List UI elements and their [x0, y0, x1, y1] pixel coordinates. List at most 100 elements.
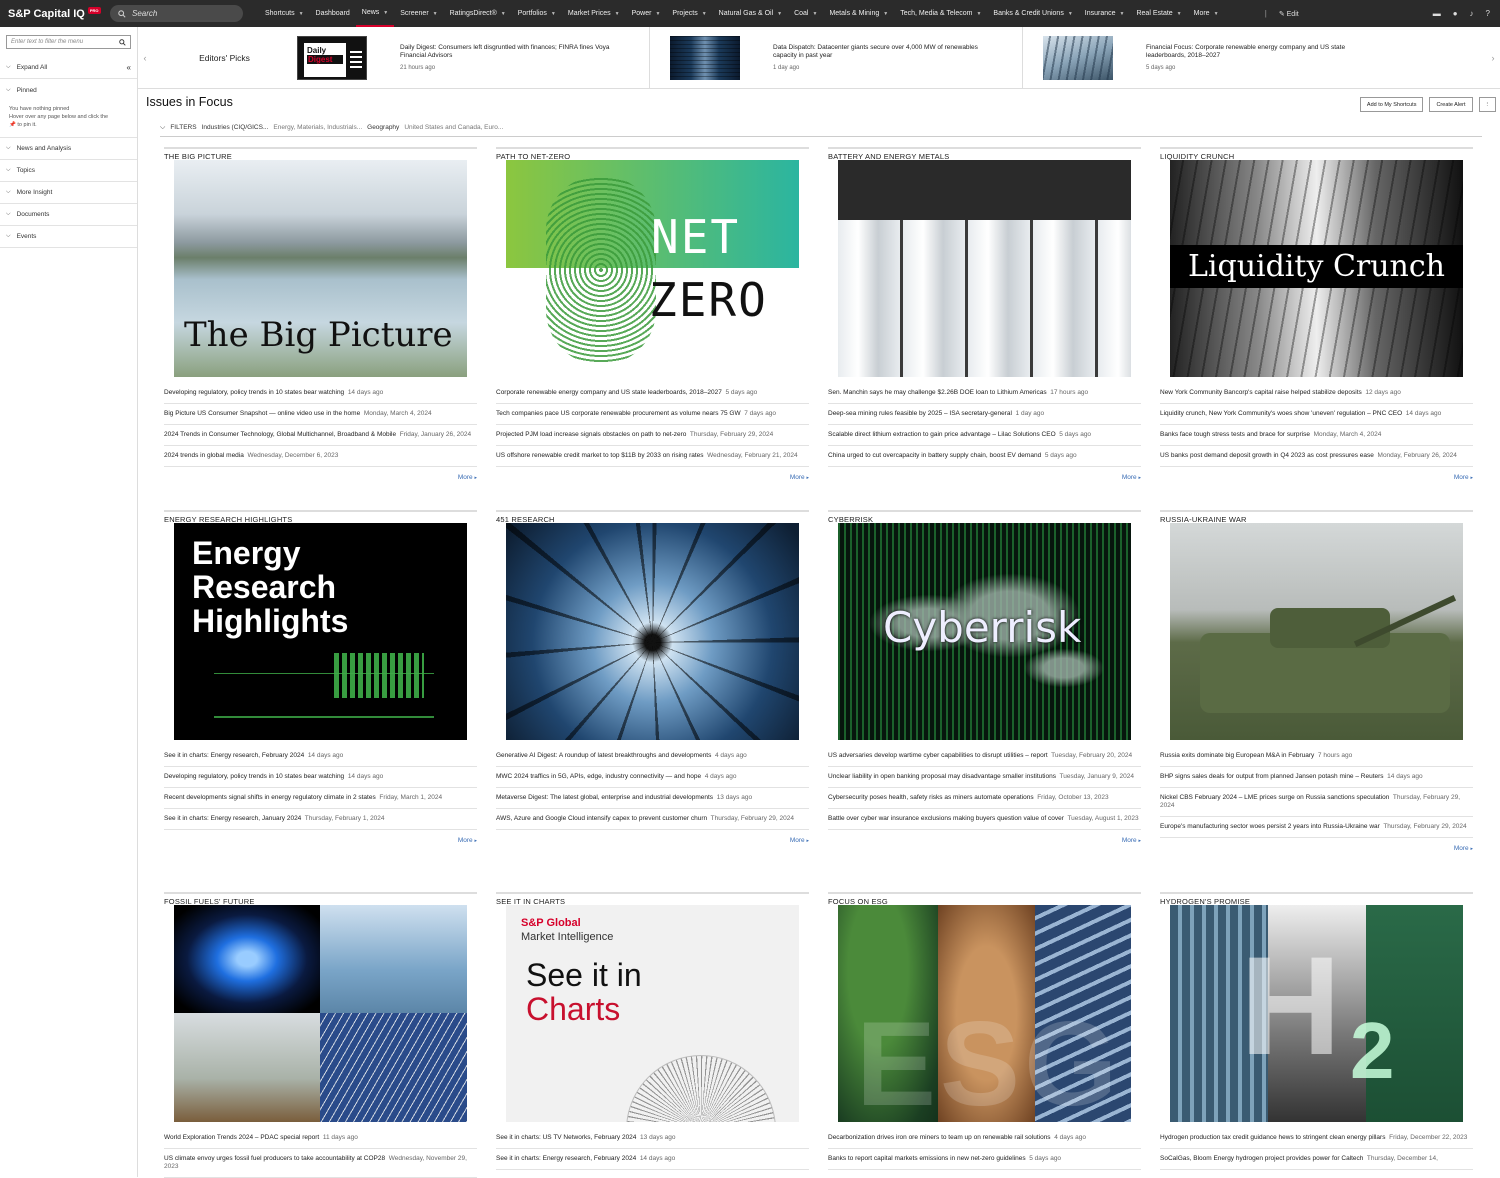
expand-all-button[interactable]: ⌵ Expand All « [0, 57, 137, 79]
nav-item[interactable]: Insurance ▼ [1079, 0, 1131, 27]
card-title[interactable]: ENERGY RESEARCH HIGHLIGHTS [164, 510, 477, 524]
article-link[interactable]: Developing regulatory, policy trends in … [164, 767, 477, 788]
more-options-icon[interactable]: ⋮ [1478, 97, 1496, 112]
article-link[interactable]: Nickel CBS February 2024 – LME prices su… [1160, 788, 1473, 817]
sidebar-item[interactable]: ⌵ News and Analysis [0, 138, 137, 160]
more-link[interactable]: More ▸ [164, 837, 477, 844]
nav-item[interactable]: Shortcuts ▼ [259, 0, 310, 27]
sidebar-item[interactable]: ⌵ Topics [0, 160, 137, 182]
nav-item[interactable]: More ▼ [1188, 0, 1225, 27]
sidebar-item[interactable]: ⌵ More Insight [0, 182, 137, 204]
article-link[interactable]: SoCalGas, Bloom Energy hydrogen project … [1160, 1149, 1473, 1170]
user-icon[interactable]: ● [1453, 9, 1458, 18]
nav-item[interactable]: Coal ▼ [788, 0, 823, 27]
article-link[interactable]: Generative AI Digest: A roundup of lates… [496, 746, 809, 767]
card-image[interactable]: The Big Picture [174, 160, 467, 377]
nav-item[interactable]: Tech, Media & Telecom ▼ [894, 0, 987, 27]
card-title[interactable]: 451 RESEARCH [496, 510, 809, 524]
nav-item[interactable]: Real Estate ▼ [1130, 0, 1187, 27]
more-link[interactable]: More ▸ [1160, 474, 1473, 481]
article-link[interactable]: Battle over cyber war insurance exclusio… [828, 809, 1141, 830]
folder-icon[interactable]: ▬ [1433, 9, 1441, 18]
nav-item[interactable]: Metals & Mining ▼ [823, 0, 894, 27]
article-link[interactable]: Tech companies pace US corporate renewab… [496, 404, 809, 425]
add-to-shortcuts-button[interactable]: Add to My Shortcuts [1359, 97, 1424, 112]
article-link[interactable]: US adversaries develop wartime cyber cap… [828, 746, 1141, 767]
edit-button[interactable]: ✎ Edit [1279, 10, 1299, 18]
article-link[interactable]: Corporate renewable energy company and U… [496, 383, 809, 404]
article-link[interactable]: MWC 2024 traffics in 5G, APIs, edge, ind… [496, 767, 809, 788]
article-link[interactable]: See it in charts: Energy research, Febru… [164, 746, 477, 767]
global-search-input[interactable]: Search [110, 5, 243, 22]
menu-filter-input[interactable]: Enter text to filter the menu [6, 35, 131, 49]
create-alert-button[interactable]: Create Alert [1429, 97, 1473, 112]
article-link[interactable]: Liquidity crunch, New York Community's w… [1160, 404, 1473, 425]
more-link[interactable]: More ▸ [164, 474, 477, 481]
sidebar-item[interactable]: ⌵ Documents [0, 204, 137, 226]
help-icon[interactable]: ? [1486, 9, 1490, 18]
article-link[interactable]: Decarbonization drives iron ore miners t… [828, 1128, 1141, 1149]
card-title[interactable]: BATTERY AND ENERGY METALS [828, 147, 1141, 161]
card-image[interactable]: Liquidity Crunch [1170, 160, 1463, 377]
article-link[interactable]: Sen. Manchin says he may challenge $2.26… [828, 383, 1141, 404]
article-link[interactable]: China urged to cut overcapacity in batte… [828, 446, 1141, 467]
article-link[interactable]: Recent developments signal shifts in ene… [164, 788, 477, 809]
filters-bar[interactable]: ⌵ FILTERS Industries (CIQ/GICS... Energy… [160, 124, 1482, 137]
article-link[interactable]: BHP signs sales deals for output from pl… [1160, 767, 1473, 788]
article-link[interactable]: Developing regulatory, policy trends in … [164, 383, 477, 404]
card-image[interactable] [838, 160, 1131, 377]
article-link[interactable]: Metaverse Digest: The latest global, ent… [496, 788, 809, 809]
article-link[interactable]: Projected PJM load increase signals obst… [496, 425, 809, 446]
more-link[interactable]: More ▸ [828, 474, 1141, 481]
article-link[interactable]: Scalable direct lithium extraction to ga… [828, 425, 1141, 446]
article-link[interactable]: US banks post demand deposit growth in Q… [1160, 446, 1473, 467]
article-link[interactable]: Cybersecurity poses health, safety risks… [828, 788, 1141, 809]
article-link[interactable]: Big Picture US Consumer Snapshot — onlin… [164, 404, 477, 425]
card-image[interactable]: NET ZERO [506, 160, 799, 377]
article-link[interactable]: Europe's manufacturing sector woes persi… [1160, 817, 1473, 838]
article-link[interactable]: Hydrogen production tax credit guidance … [1160, 1128, 1473, 1149]
editors-pick-item[interactable]: Financial Focus: Corporate renewable ene… [1023, 27, 1396, 89]
card-title[interactable]: SEE IT IN CHARTS [496, 892, 809, 906]
nav-item[interactable]: Power ▼ [626, 0, 667, 27]
more-link[interactable]: More ▸ [496, 474, 809, 481]
card-title[interactable]: FOCUS ON ESG [828, 892, 1141, 906]
editors-pick-item[interactable]: Daily Digest Daily Digest: Consumers lef… [277, 26, 650, 89]
sidebar-item[interactable]: ⌵ Events [0, 226, 137, 248]
article-link[interactable]: See it in charts: US TV Networks, Februa… [496, 1128, 809, 1149]
nav-item[interactable]: Banks & Credit Unions ▼ [987, 0, 1078, 27]
bell-icon[interactable]: ♪ [1470, 9, 1474, 18]
card-title[interactable]: LIQUIDITY CRUNCH [1160, 147, 1473, 161]
nav-item[interactable]: Projects ▼ [666, 0, 712, 27]
card-image[interactable]: H2 [1170, 905, 1463, 1122]
article-link[interactable]: US climate envoy urges fossil fuel produ… [164, 1149, 477, 1178]
article-link[interactable]: See it in charts: Energy research, Janua… [164, 809, 477, 830]
article-link[interactable]: 2024 trends in global media Wednesday, D… [164, 446, 477, 467]
card-image[interactable]: Energy Research Highlights [174, 523, 467, 740]
article-link[interactable]: Banks to report capital markets emission… [828, 1149, 1141, 1170]
article-link[interactable]: Deep-sea mining rules feasible by 2025 –… [828, 404, 1141, 425]
nav-item[interactable]: Screener ▼ [394, 0, 443, 27]
card-title[interactable]: FOSSIL FUELS' FUTURE [164, 892, 477, 906]
carousel-prev-icon[interactable]: ‹ [138, 53, 152, 63]
card-image[interactable] [1170, 523, 1463, 740]
card-title[interactable]: PATH TO NET-ZERO [496, 147, 809, 161]
nav-item[interactable]: News ▼ [355, 0, 395, 27]
article-link[interactable]: US offshore renewable credit market to t… [496, 446, 809, 467]
more-link[interactable]: More ▸ [496, 837, 809, 844]
card-title[interactable]: CYBERRISK [828, 510, 1141, 524]
card-image[interactable]: S&P Global Market Intelligence See it in Ch… [506, 905, 799, 1122]
card-title[interactable]: HYDROGEN'S PROMISE [1160, 892, 1473, 906]
nav-item[interactable]: RatingsDirect® ▼ [444, 0, 512, 27]
collapse-sidebar-icon[interactable]: « [127, 63, 131, 72]
article-link[interactable]: New York Community Bancorp's capital rai… [1160, 383, 1473, 404]
card-image[interactable]: Cyberrisk [838, 523, 1131, 740]
more-link[interactable]: More ▸ [1160, 845, 1473, 852]
nav-item[interactable]: Market Prices ▼ [562, 0, 626, 27]
card-title[interactable]: RUSSIA-UKRAINE WAR [1160, 510, 1473, 524]
article-link[interactable]: Banks face tough stress tests and brace … [1160, 425, 1473, 446]
article-link[interactable]: AWS, Azure and Google Cloud intensify ca… [496, 809, 809, 830]
nav-item[interactable]: Dashboard [310, 0, 356, 27]
card-image[interactable] [506, 523, 799, 740]
sidebar-item-pinned[interactable]: ⌵ Pinned [0, 79, 137, 101]
